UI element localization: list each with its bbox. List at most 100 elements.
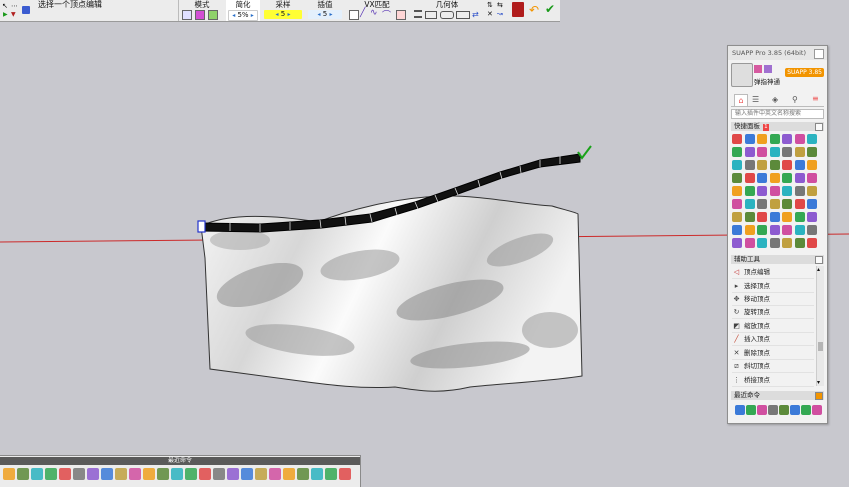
- recent-command-icon[interactable]: [45, 468, 57, 480]
- command-bridge-vertex[interactable]: ⋮ 桥接顶点: [732, 374, 814, 387]
- plugin-icon[interactable]: [794, 173, 805, 183]
- scroll-thumb[interactable]: [818, 342, 823, 351]
- plugin-icon[interactable]: [794, 160, 805, 170]
- plugin-icon[interactable]: [744, 186, 755, 196]
- recent-command-icon[interactable]: [325, 468, 337, 480]
- interp-field[interactable]: ◂ 5 ▸: [308, 10, 342, 19]
- vx-option-4-icon[interactable]: ⌒: [382, 8, 391, 21]
- plugin-icon[interactable]: [782, 160, 792, 170]
- plugin-icon[interactable]: [744, 212, 755, 222]
- plugin-icon[interactable]: [744, 238, 755, 248]
- plugin-icon[interactable]: [757, 238, 767, 248]
- recent-command-icon[interactable]: [31, 468, 43, 480]
- plugin-icon[interactable]: [794, 147, 805, 157]
- recent-command-icon[interactable]: [790, 405, 800, 415]
- aux-tools-toggle-icon[interactable]: [815, 256, 823, 264]
- plugin-icon[interactable]: [807, 186, 817, 196]
- plugin-icon[interactable]: [807, 134, 817, 144]
- user-badge-1-icon[interactable]: [754, 65, 762, 73]
- plugin-icon[interactable]: [744, 147, 755, 157]
- recent-command-icon[interactable]: [213, 468, 225, 480]
- plugin-icon[interactable]: [732, 186, 742, 196]
- plugin-icon[interactable]: [757, 199, 767, 209]
- plugin-icon[interactable]: [794, 225, 805, 235]
- plugin-icon[interactable]: [782, 186, 792, 196]
- recent-command-icon[interactable]: [17, 468, 29, 480]
- mode-option-1-icon[interactable]: [182, 10, 192, 20]
- plugin-icon[interactable]: [794, 186, 805, 196]
- plugin-icon[interactable]: [782, 212, 792, 222]
- swap-icon[interactable]: ⇅: [487, 1, 493, 9]
- plugin-icon[interactable]: [757, 212, 767, 222]
- recent-command-icon[interactable]: [129, 468, 141, 480]
- plugin-icon[interactable]: [744, 173, 755, 183]
- plugin-icon[interactable]: [744, 134, 755, 144]
- vx-option-3-icon[interactable]: ∿: [370, 8, 378, 18]
- plugin-icon[interactable]: [807, 173, 817, 183]
- recent-command-icon[interactable]: [101, 468, 113, 480]
- tab-list-icon[interactable]: ☰: [752, 95, 759, 104]
- confirm-check-icon[interactable]: ✔: [545, 2, 555, 16]
- geometry-option-4-icon[interactable]: [456, 11, 470, 19]
- recent-command-icon[interactable]: [283, 468, 295, 480]
- recent-command-icon[interactable]: [199, 468, 211, 480]
- recent-command-icon[interactable]: [746, 405, 756, 415]
- recent-command-icon[interactable]: [269, 468, 281, 480]
- plugin-icon[interactable]: [807, 199, 817, 209]
- command-scale-vertex[interactable]: ◩ 缩放顶点: [732, 320, 814, 333]
- recent-command-icon[interactable]: [171, 468, 183, 480]
- plugin-icon[interactable]: [807, 212, 817, 222]
- plugin-icon[interactable]: [782, 199, 792, 209]
- recent-command-icon[interactable]: [87, 468, 99, 480]
- plugin-icon[interactable]: [732, 212, 742, 222]
- simplify-field[interactable]: ◂ 5% ▸: [228, 10, 258, 21]
- command-list-scrollbar[interactable]: ▴ ▾: [816, 266, 824, 386]
- group-interp[interactable]: 插值 ◂ 5 ▸: [306, 0, 344, 21]
- cross-icon[interactable]: ✕: [487, 10, 493, 18]
- command-rotate-vertex[interactable]: ↻ 旋转顶点: [732, 306, 814, 319]
- recent-command-icon[interactable]: [59, 468, 71, 480]
- command-insert-vertex[interactable]: ╱ 插入顶点: [732, 333, 814, 346]
- plugin-icon[interactable]: [744, 225, 755, 235]
- recent-command-icon[interactable]: [801, 405, 811, 415]
- plugin-icon[interactable]: [732, 238, 742, 248]
- plugin-icon[interactable]: [794, 212, 805, 222]
- group-mode[interactable]: 模式: [178, 0, 225, 21]
- plugin-search-input[interactable]: 输入插件中英文名称搜索: [731, 109, 824, 119]
- tab-menu-icon[interactable]: ≡: [812, 94, 819, 103]
- mode-option-2-icon[interactable]: [195, 10, 205, 20]
- plugin-icon[interactable]: [769, 212, 780, 222]
- recent-command-icon[interactable]: [227, 468, 239, 480]
- panel-close-icon[interactable]: [814, 49, 824, 59]
- tab-paint-icon[interactable]: ◈: [772, 95, 778, 104]
- plugin-icon[interactable]: [744, 160, 755, 170]
- recent-command-icon[interactable]: [735, 405, 745, 415]
- vx-option-5-icon[interactable]: [396, 10, 406, 20]
- plugin-icon[interactable]: [807, 238, 817, 248]
- plugin-icon[interactable]: [744, 199, 755, 209]
- plugin-icon[interactable]: [782, 173, 792, 183]
- command-select-vertex[interactable]: ▸ 选择顶点: [732, 280, 814, 293]
- plugin-icon[interactable]: [769, 147, 780, 157]
- exit-icon[interactable]: [512, 2, 524, 17]
- recent-command-icon[interactable]: [311, 468, 323, 480]
- tab-search-icon[interactable]: ⚲: [792, 95, 798, 104]
- geometry-option-5-icon[interactable]: ⇄: [472, 10, 479, 19]
- plugin-icon[interactable]: [782, 147, 792, 157]
- mode-option-3-icon[interactable]: [208, 10, 218, 20]
- plugin-icon[interactable]: [807, 147, 817, 157]
- group-vx-match[interactable]: VX匹配 ╱ ∿ ⌒: [346, 0, 408, 21]
- plugin-icon[interactable]: [782, 238, 792, 248]
- recent-command-icon[interactable]: [255, 468, 267, 480]
- plugin-icon[interactable]: [769, 199, 780, 209]
- plugin-icon[interactable]: [794, 238, 805, 248]
- quick-panel-header[interactable]: 快捷面板 1: [731, 122, 824, 131]
- tab-home-icon[interactable]: ⌂: [734, 94, 748, 107]
- group-sample[interactable]: 采样 ◂ 5 ▸: [262, 0, 304, 21]
- plugin-icon[interactable]: [757, 186, 767, 196]
- recent-command-icon[interactable]: [185, 468, 197, 480]
- vx-option-1-icon[interactable]: [349, 10, 359, 20]
- modeling-viewport[interactable]: [0, 0, 849, 486]
- plugin-icon[interactable]: [807, 225, 817, 235]
- user-name[interactable]: 弹指神通: [754, 76, 780, 86]
